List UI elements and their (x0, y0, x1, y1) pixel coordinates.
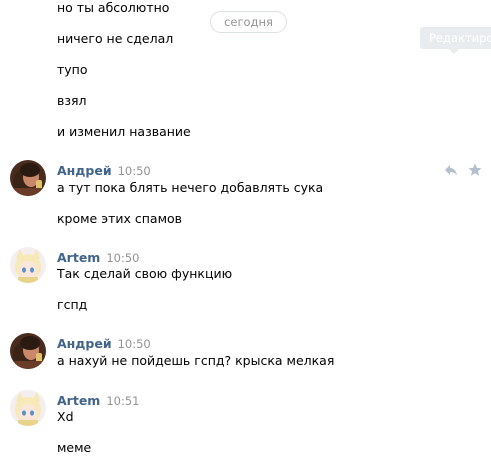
message-text: взял (57, 93, 87, 108)
author-name[interactable]: Artem (57, 250, 100, 265)
message-text: Xd (57, 409, 74, 424)
message-time[interactable]: 10:50 (118, 164, 151, 178)
message-header: Андрей 10:50 (57, 336, 151, 352)
message-header: Artem 10:50 (57, 250, 139, 266)
author-name[interactable]: Artem (57, 393, 100, 408)
artem-avatar (10, 390, 46, 426)
artem-avatar (10, 247, 46, 283)
message-text: но ты абсолютно (57, 0, 170, 15)
author-name[interactable]: Андрей (57, 163, 112, 178)
message-text: Так сделай свою функцию (57, 266, 233, 281)
message-text: ничего не сделал (57, 31, 174, 46)
star-icon[interactable] (467, 162, 483, 178)
avatar[interactable] (10, 160, 46, 196)
message-text: и изменил название (57, 124, 191, 139)
andrey-avatar (10, 333, 46, 369)
message-time[interactable]: 10:51 (106, 394, 139, 408)
message-text: кроме этих спамов (57, 211, 183, 226)
chat-history: но ты абсолютно ничего не сделал тупо вз… (0, 0, 491, 465)
andrey-avatar (10, 160, 46, 196)
avatar[interactable] (10, 333, 46, 369)
tooltip-arrow (449, 49, 459, 54)
message-text: а тут пока блять нечего добавлять сука (57, 180, 324, 195)
message-text: а нахуй не пойдешь гспд? крыска мелкая (57, 353, 335, 368)
avatar[interactable] (10, 247, 46, 283)
message-header: Андрей 10:50 (57, 163, 151, 179)
date-separator[interactable]: сегодня (210, 11, 287, 33)
author-name[interactable]: Андрей (57, 336, 112, 351)
message-text: меме (57, 440, 92, 455)
message-text: тупо (57, 62, 88, 77)
message-time[interactable]: 10:50 (118, 337, 151, 351)
reply-icon[interactable] (443, 162, 459, 178)
message-header: Artem 10:51 (57, 393, 139, 409)
message-time[interactable]: 10:50 (106, 251, 139, 265)
message-text: гспд (57, 297, 88, 312)
avatar[interactable] (10, 390, 46, 426)
edit-tooltip: Редактиро (420, 27, 491, 49)
